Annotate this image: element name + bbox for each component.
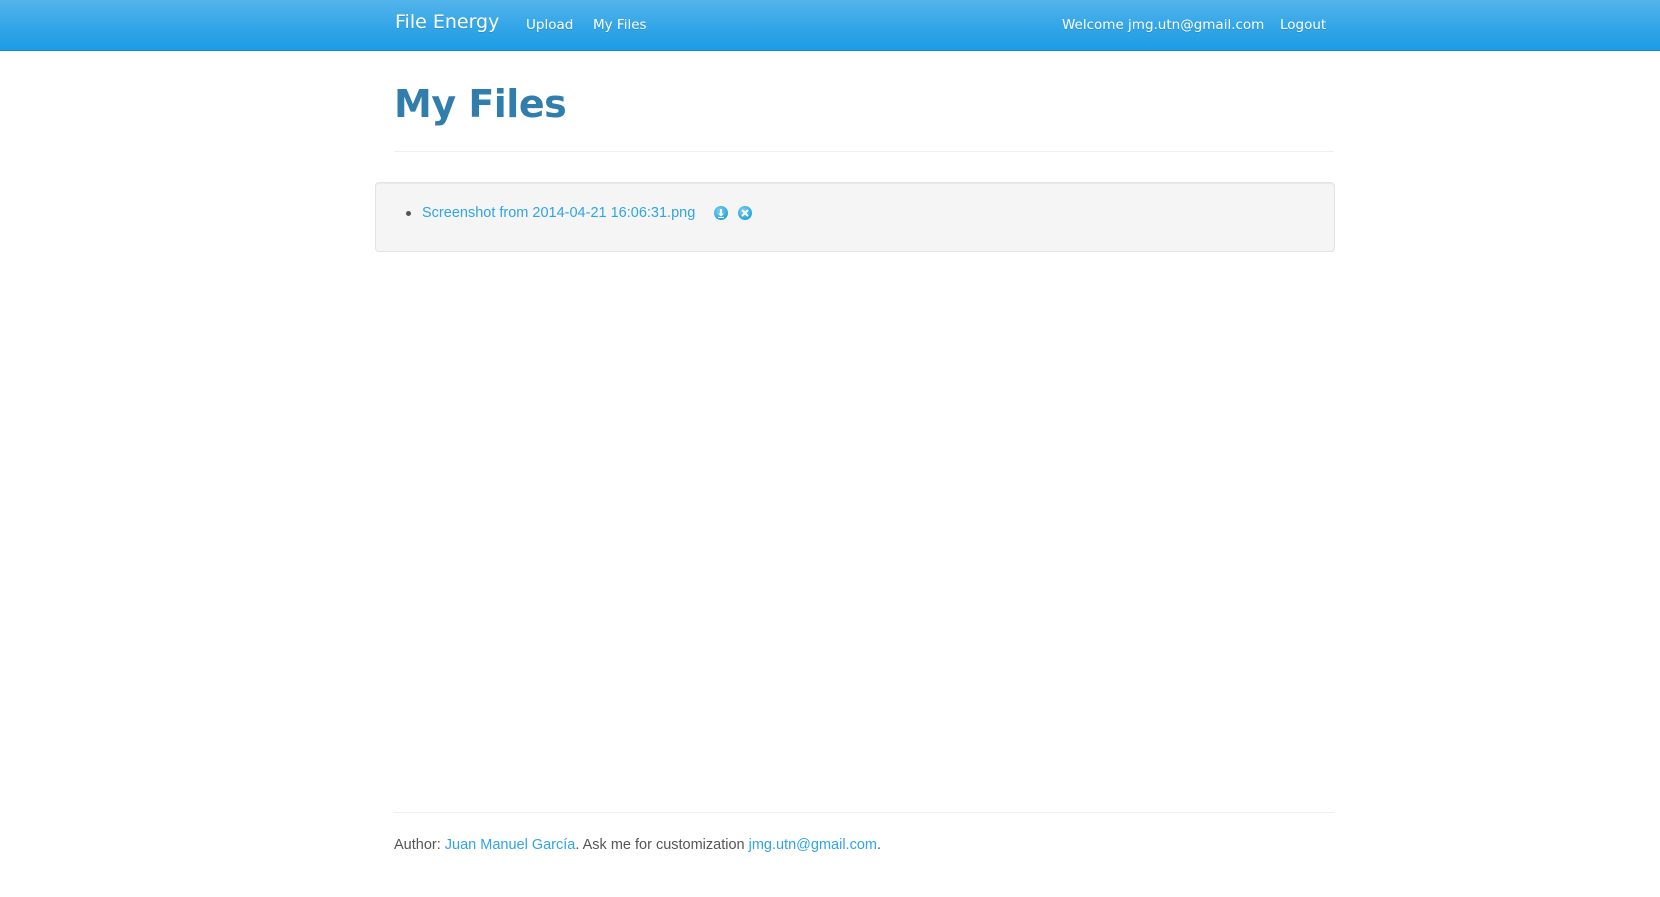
- email-link[interactable]: jmg.utn@gmail.com: [749, 837, 877, 853]
- list-bullet: [406, 210, 411, 216]
- file-name-link[interactable]: Screenshot from 2014-04-21 16:06:31.png: [422, 205, 695, 221]
- download-icon[interactable]: [714, 206, 729, 220]
- footer: Author: Juan Manuel García. Ask me for c…: [394, 812, 1334, 853]
- file-list-item: Screenshot from 2014-04-21 16:06:31.png: [406, 204, 753, 222]
- files-panel: Screenshot from 2014-04-21 16:06:31.png: [375, 182, 1335, 252]
- welcome-user-link[interactable]: Welcome jmg.utn@gmail.com: [1062, 17, 1264, 33]
- author-link[interactable]: Juan Manuel García: [445, 837, 576, 853]
- footer-author-prefix: Author:: [394, 837, 445, 853]
- footer-middle-text: . Ask me for customization: [575, 837, 749, 853]
- top-navbar: File Energy Upload My Files Welcome jmg.…: [0, 0, 1660, 51]
- footer-suffix: .: [876, 837, 881, 853]
- brand-link[interactable]: File Energy: [395, 11, 499, 33]
- navbar-inner: File Energy Upload My Files Welcome jmg.…: [395, 0, 1335, 50]
- delete-icon[interactable]: [738, 206, 753, 220]
- footer-text: Author: Juan Manuel García. Ask me for c…: [394, 837, 881, 853]
- page-header: My Files: [394, 82, 1334, 152]
- page-title: My Files: [394, 82, 567, 126]
- nav-my-files-link[interactable]: My Files: [593, 17, 647, 33]
- logout-link[interactable]: Logout: [1280, 17, 1326, 33]
- nav-upload-link[interactable]: Upload: [526, 17, 573, 33]
